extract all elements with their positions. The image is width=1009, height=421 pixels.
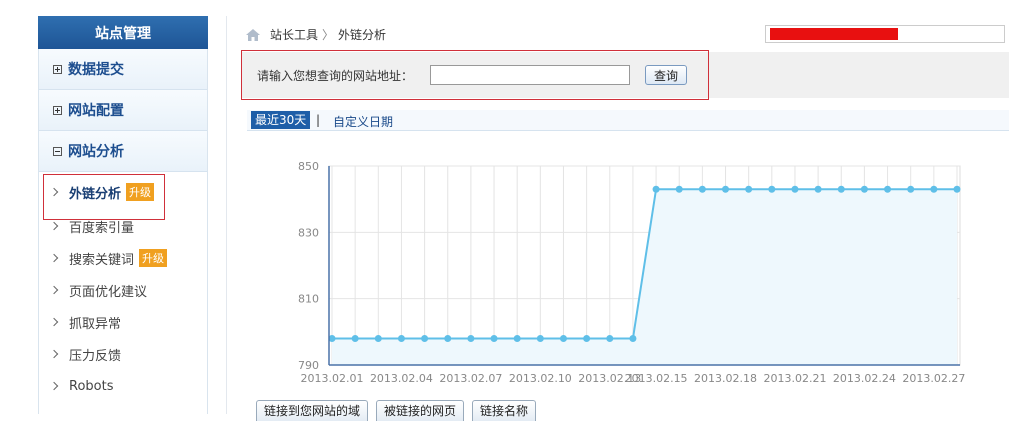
data-point: [791, 185, 799, 193]
y-axis-ticks: 790 810 830 850: [298, 160, 319, 372]
data-point: [490, 334, 498, 342]
sidebar-item-label: 搜索关键词: [69, 252, 135, 268]
home-icon[interactable]: [246, 28, 260, 41]
data-point: [745, 185, 753, 193]
data-point: [722, 185, 730, 193]
x-tick-label: 2013.02.01: [301, 372, 364, 385]
section-site-analysis[interactable]: 网站分析: [39, 131, 207, 172]
sidebar-item-label: 页面优化建议: [69, 284, 148, 300]
x-tick-label: 2013.02.04: [370, 372, 433, 385]
sidebar-item-robots[interactable]: Robots: [39, 370, 207, 402]
x-tick-label: 2013.02.21: [763, 372, 826, 385]
data-point: [397, 334, 405, 342]
range-custom-date[interactable]: 自定义日期: [333, 113, 393, 130]
sidebar-item-keywords[interactable]: 搜索关键词 升级: [39, 242, 207, 274]
sidebar-item-label: Robots: [69, 378, 114, 394]
breadcrumb-separator: 〉: [322, 28, 335, 42]
section-label: 网站配置: [68, 103, 124, 119]
tab-linking-domains[interactable]: 链接到您网站的域: [256, 400, 369, 421]
data-point: [536, 334, 544, 342]
sidebar-item-label: 压力反馈: [69, 348, 122, 364]
data-point: [698, 185, 706, 193]
chevron-right-icon: [49, 381, 59, 391]
x-tick-label: 2013.02.18: [694, 372, 757, 385]
tab-linked-pages[interactable]: 被链接的网页: [376, 400, 465, 421]
range-separator: |: [316, 113, 321, 127]
chevron-right-icon: [49, 285, 59, 295]
y-tick-label: 790: [298, 359, 319, 372]
data-point: [583, 334, 591, 342]
divider: [226, 16, 227, 414]
chevron-right-icon: [49, 221, 59, 231]
data-point: [930, 185, 938, 193]
y-tick-label: 810: [298, 293, 319, 306]
section-data-submit[interactable]: 数据提交: [39, 49, 207, 90]
data-point: [351, 334, 359, 342]
data-point: [907, 185, 915, 193]
y-tick-label: 830: [298, 226, 319, 239]
data-point: [953, 185, 961, 193]
range-last-30-days[interactable]: 最近30天: [251, 111, 311, 129]
data-point: [768, 185, 776, 193]
x-tick-label: 2013.02.15: [625, 372, 688, 385]
section-label: 网站分析: [68, 144, 124, 160]
section-label: 数据提交: [68, 62, 124, 78]
breadcrumb-root[interactable]: 站长工具: [270, 26, 318, 43]
tab-anchor-text[interactable]: 链接名称: [472, 400, 537, 421]
site-selector[interactable]: [765, 25, 1005, 43]
highlight-box: [43, 174, 165, 220]
chevron-right-icon: [49, 349, 59, 359]
chevron-right-icon: [49, 317, 59, 327]
chevron-right-icon: [49, 253, 59, 263]
sidebar-item-pressure[interactable]: 压力反馈: [39, 338, 207, 370]
sidebar-item-optimization[interactable]: 页面优化建议: [39, 274, 207, 306]
y-tick-label: 850: [298, 160, 319, 173]
data-point: [652, 185, 660, 193]
data-point: [814, 185, 822, 193]
sidebar-item-crawl-errors[interactable]: 抓取异常: [39, 306, 207, 338]
section-site-config[interactable]: 网站配置: [39, 90, 207, 131]
data-point: [444, 334, 452, 342]
expand-icon: [53, 105, 62, 115]
query-button[interactable]: 查询: [645, 65, 687, 85]
site-url-input[interactable]: [430, 65, 630, 85]
data-point: [374, 334, 382, 342]
expand-icon: [53, 64, 62, 74]
data-point: [467, 334, 475, 342]
result-tabs: 链接到您网站的域 被链接的网页 链接名称: [256, 400, 537, 421]
x-tick-label: 2013.02.24: [833, 372, 896, 385]
data-point: [860, 185, 868, 193]
x-axis-ticks: 2013.02.01 2013.02.04 2013.02.07 2013.02.10…: [301, 372, 966, 385]
query-label: 请输入您想查询的网站地址：: [257, 69, 414, 83]
data-point: [513, 334, 521, 342]
backlink-chart: 790810830850 2013.02.01 2013.02.04 2013.02…: [298, 160, 966, 385]
data-point: [629, 334, 637, 342]
data-point: [606, 334, 614, 342]
sidebar-title: 站点管理: [38, 16, 208, 49]
data-point: [884, 185, 892, 193]
collapse-icon: [53, 146, 62, 156]
x-tick-label: 2013.02.10: [509, 372, 572, 385]
data-point: [675, 185, 683, 193]
data-point: [421, 334, 429, 342]
breadcrumb: 站长工具 〉 外链分析: [246, 26, 386, 43]
data-point: [559, 334, 567, 342]
redacted-block: [770, 28, 898, 40]
x-tick-label: 2013.02.07: [439, 372, 502, 385]
data-point: [837, 185, 845, 193]
x-tick-label: 2013.02.27: [902, 372, 965, 385]
sidebar-item-label: 抓取异常: [69, 316, 122, 332]
upgrade-badge: 升级: [139, 249, 168, 267]
breadcrumb-current: 外链分析: [338, 28, 387, 42]
